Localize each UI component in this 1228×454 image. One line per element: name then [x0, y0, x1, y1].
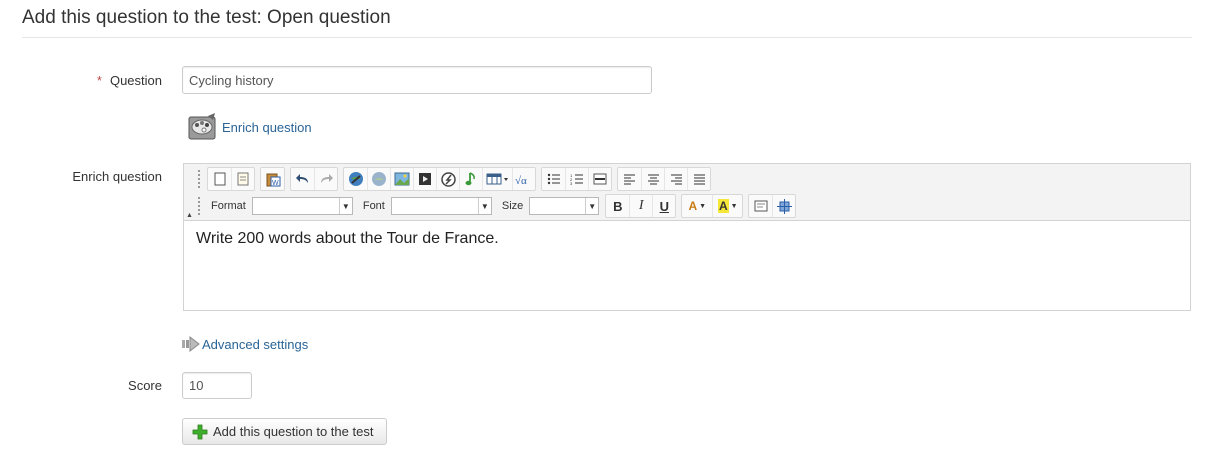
- chevron-down-icon: ▼: [730, 202, 738, 210]
- size-label: Size: [501, 200, 524, 212]
- video-icon[interactable]: [413, 168, 436, 190]
- enrich-question-label: Enrich question: [72, 169, 162, 184]
- rich-text-editor: ▲ W √α 123 Format ▼ Font ▼ Size ▼ B I U …: [183, 163, 1191, 311]
- size-select[interactable]: ▼: [529, 197, 600, 215]
- toolbar-grip: [198, 197, 203, 215]
- italic-button[interactable]: I: [629, 195, 652, 217]
- enrich-question-link[interactable]: Enrich question: [186, 111, 312, 143]
- collapse-toolbar-icon[interactable]: ▲: [186, 212, 193, 219]
- audio-icon[interactable]: [459, 168, 482, 190]
- title-divider: [22, 37, 1192, 38]
- table-icon[interactable]: [482, 168, 512, 190]
- align-left-icon[interactable]: [618, 168, 641, 190]
- align-right-icon[interactable]: [664, 168, 687, 190]
- toolbar-group-lists: 123: [541, 167, 612, 191]
- redo-icon[interactable]: [314, 168, 337, 190]
- math-formula-icon[interactable]: √α: [512, 168, 535, 190]
- toolbar-group-insert: √α: [343, 167, 536, 191]
- svg-text:3: 3: [570, 181, 573, 185]
- horizontal-rule-icon[interactable]: [588, 168, 611, 190]
- chevron-down-icon: ▼: [338, 198, 352, 214]
- bg-color-glyph: A: [717, 199, 729, 213]
- toolbar-group-style: B I U: [605, 194, 677, 218]
- format-label: Format: [211, 200, 246, 212]
- new-page-icon[interactable]: [208, 168, 231, 190]
- text-color-button[interactable]: A ▼: [682, 195, 712, 217]
- plus-icon: [192, 424, 208, 439]
- page-title: Add this question to the test: Open ques…: [22, 7, 391, 28]
- bulleted-list-icon[interactable]: [542, 168, 565, 190]
- svg-text:√α: √α: [515, 175, 527, 186]
- advanced-settings-link[interactable]: Advanced settings: [182, 335, 308, 353]
- question-label-text: Question: [109, 73, 162, 88]
- font-label: Font: [362, 200, 385, 212]
- add-question-button-label: Add this question to the test: [213, 424, 374, 439]
- unlink-icon[interactable]: [367, 168, 390, 190]
- editor-content[interactable]: Write 200 words about the Tour de France…: [184, 220, 1190, 310]
- undo-icon[interactable]: [291, 168, 314, 190]
- image-icon[interactable]: [390, 168, 413, 190]
- add-question-button[interactable]: Add this question to the test: [182, 418, 387, 445]
- advanced-settings-label[interactable]: Advanced settings: [202, 337, 308, 352]
- underline-button[interactable]: U: [652, 195, 675, 217]
- toolbar-group-align: [617, 167, 711, 191]
- chevron-down-icon: ▼: [477, 198, 491, 214]
- score-input[interactable]: [182, 372, 252, 399]
- paste-word-icon[interactable]: W: [261, 168, 284, 190]
- toolbar-group-history: [290, 167, 338, 191]
- score-label: Score: [128, 378, 162, 393]
- toolbar-group-document: [207, 167, 255, 191]
- question-label: * Question: [80, 73, 162, 88]
- toolbar-row-1: W √α 123: [198, 167, 716, 191]
- toolbar-grip: [198, 170, 203, 188]
- palette-icon: [188, 113, 216, 140]
- font-select[interactable]: ▼: [390, 197, 492, 215]
- toolbar-group-tools: [748, 194, 797, 218]
- numbered-list-icon[interactable]: 123: [565, 168, 588, 190]
- toolbar-row-2: Format ▼ Font ▼ Size ▼ B I U A ▼ A ▼: [198, 194, 801, 218]
- arrow-right-icon: [182, 336, 200, 352]
- required-mark: *: [96, 73, 102, 88]
- svg-text:W: W: [272, 180, 279, 187]
- source-icon[interactable]: [749, 195, 772, 217]
- justify-icon[interactable]: [687, 168, 710, 190]
- link-icon[interactable]: [344, 168, 367, 190]
- enrich-question-link-label[interactable]: Enrich question: [222, 120, 312, 135]
- align-center-icon[interactable]: [641, 168, 664, 190]
- chevron-down-icon: ▼: [699, 202, 707, 210]
- chevron-down-icon: ▼: [585, 198, 598, 214]
- toolbar-group-colors: A ▼ A ▼: [681, 194, 744, 218]
- templates-icon[interactable]: [231, 168, 254, 190]
- format-select[interactable]: ▼: [251, 197, 353, 215]
- question-input[interactable]: [182, 66, 652, 94]
- flash-icon[interactable]: [436, 168, 459, 190]
- bg-color-button[interactable]: A ▼: [712, 195, 742, 217]
- maximize-icon[interactable]: [772, 195, 795, 217]
- bold-button[interactable]: B: [606, 195, 629, 217]
- text-color-glyph: A: [688, 199, 698, 213]
- toolbar-group-clipboard: W: [260, 167, 285, 191]
